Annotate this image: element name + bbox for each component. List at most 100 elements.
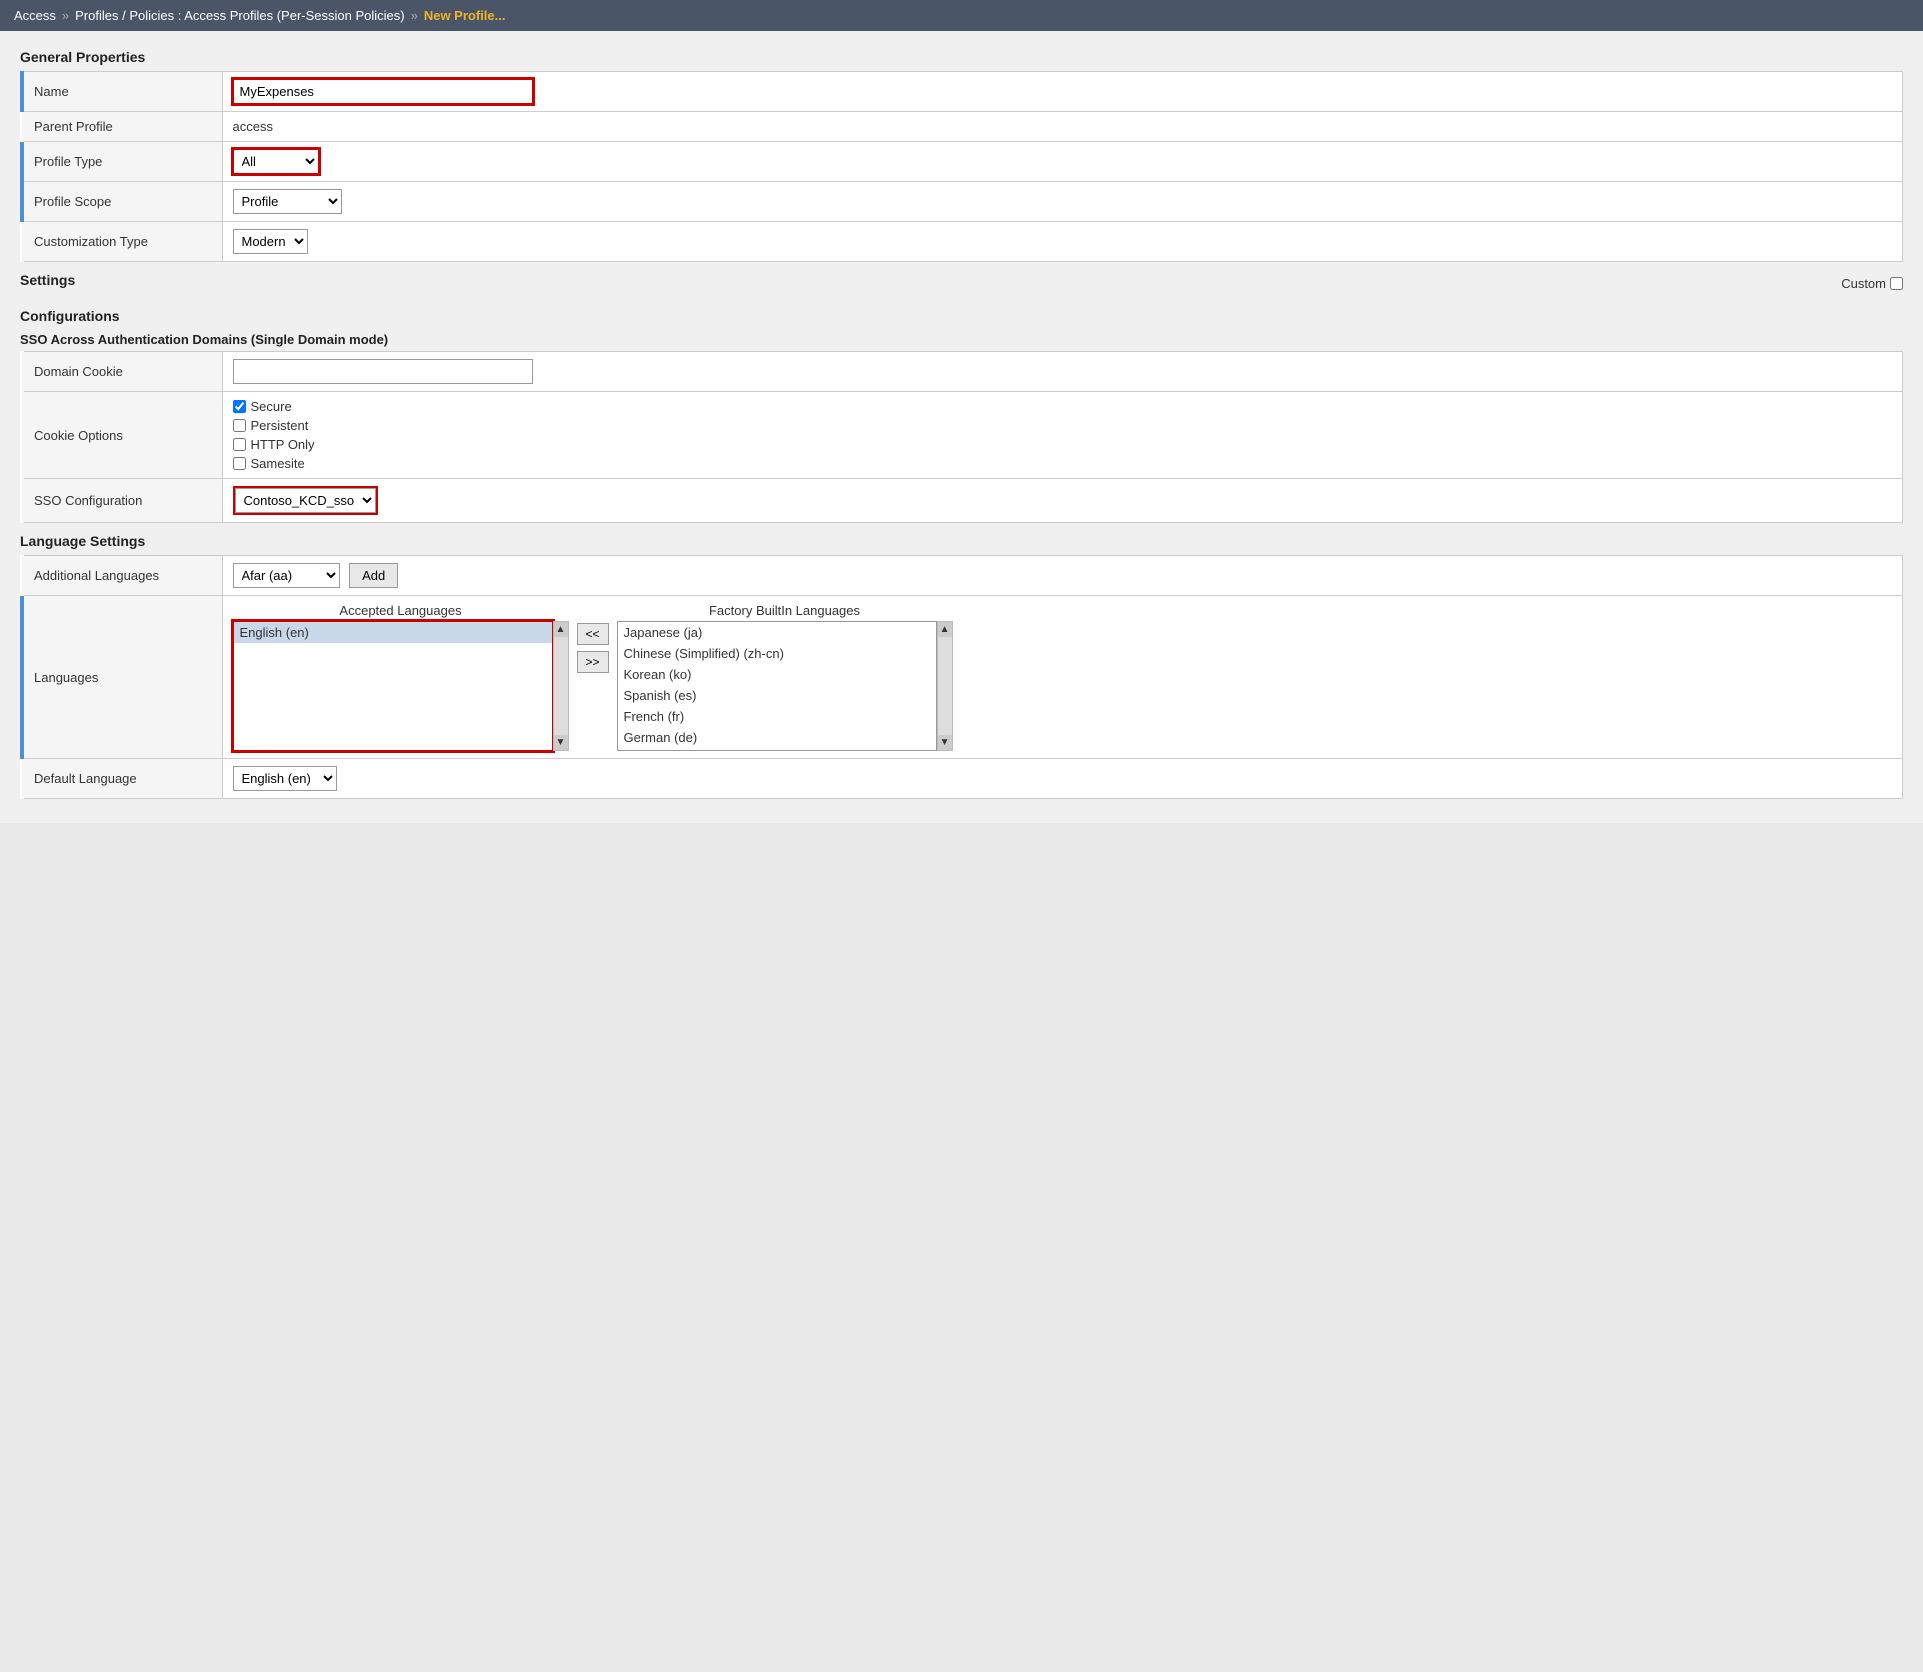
profile-type-row: Profile Type All LTM SSL-VPN Modern bbox=[22, 142, 1903, 182]
accepted-languages-header: Accepted Languages bbox=[233, 603, 569, 618]
nav-path2: Profiles / Policies : Access Profiles (P… bbox=[75, 8, 404, 23]
profile-type-value-cell: All LTM SSL-VPN Modern bbox=[222, 142, 1903, 182]
list-item[interactable]: English (en) bbox=[234, 622, 552, 643]
nav-sep2: » bbox=[411, 8, 418, 23]
top-nav: Access » Profiles / Policies : Access Pr… bbox=[0, 0, 1923, 31]
list-item[interactable]: Korean (ko) bbox=[618, 664, 936, 685]
domain-cookie-value-cell bbox=[222, 352, 1903, 392]
profile-type-select[interactable]: All LTM SSL-VPN Modern bbox=[233, 149, 319, 174]
nav-sep1: » bbox=[62, 8, 69, 23]
default-language-select[interactable]: English (en) French (fr) German (de) bbox=[233, 766, 337, 791]
custom-label: Custom bbox=[1841, 276, 1886, 291]
secure-checkbox[interactable] bbox=[233, 400, 246, 413]
persistent-checkbox[interactable] bbox=[233, 419, 246, 432]
add-language-button[interactable]: Add bbox=[349, 563, 398, 588]
sso-table: Domain Cookie Cookie Options Secure Pers… bbox=[20, 351, 1903, 523]
nav-access: Access bbox=[14, 8, 56, 23]
sso-config-wrapper: Contoso_KCD_sso None Other bbox=[233, 486, 378, 515]
factory-languages-container: Factory BuiltIn Languages Japanese (ja) … bbox=[617, 603, 953, 751]
secure-label: Secure bbox=[251, 399, 292, 414]
general-properties-table: Name Parent Profile access Profile Type … bbox=[20, 71, 1903, 262]
cookie-options-list: Secure Persistent HTTP Only Samesite bbox=[233, 399, 1893, 471]
languages-row: Languages Accepted Languages English (en… bbox=[22, 596, 1903, 759]
accepted-languages-container: Accepted Languages English (en) ▲ ▼ bbox=[233, 603, 569, 751]
cookie-options-row: Cookie Options Secure Persistent HTTP On… bbox=[22, 392, 1903, 479]
configurations-header: Configurations bbox=[20, 308, 1903, 324]
parent-profile-label: Parent Profile bbox=[22, 112, 222, 142]
profile-type-label: Profile Type bbox=[22, 142, 222, 182]
samesite-option[interactable]: Samesite bbox=[233, 456, 1893, 471]
move-right-button[interactable]: >> bbox=[577, 651, 609, 673]
default-language-label: Default Language bbox=[22, 759, 222, 799]
parent-profile-value: access bbox=[222, 112, 1903, 142]
name-value-cell bbox=[222, 72, 1903, 112]
accepted-list-with-scroll: English (en) ▲ ▼ bbox=[233, 621, 569, 751]
factory-list-with-scroll: Japanese (ja) Chinese (Simplified) (zh-c… bbox=[617, 621, 953, 751]
cookie-options-value-cell: Secure Persistent HTTP Only Samesite bbox=[222, 392, 1903, 479]
profile-scope-select[interactable]: Profile Named Virtual Server bbox=[233, 189, 342, 214]
list-item[interactable]: Japanese (ja) bbox=[618, 622, 936, 643]
language-settings-table: Additional Languages Afar (aa) Albanian … bbox=[20, 555, 1903, 799]
customization-type-value-cell: Modern Legacy bbox=[222, 222, 1903, 262]
accepted-languages-list[interactable]: English (en) bbox=[233, 621, 553, 751]
languages-value-cell: Accepted Languages English (en) ▲ ▼ bbox=[222, 596, 1903, 759]
factory-scroll-down[interactable]: ▼ bbox=[938, 735, 952, 750]
sso-config-value-cell: Contoso_KCD_sso None Other bbox=[222, 479, 1903, 523]
customization-type-row: Customization Type Modern Legacy bbox=[22, 222, 1903, 262]
languages-label: Languages bbox=[22, 596, 222, 759]
scroll-down-arrow[interactable]: ▼ bbox=[554, 735, 568, 750]
samesite-label: Samesite bbox=[251, 456, 305, 471]
custom-checkbox-container: Custom bbox=[1841, 276, 1903, 291]
persistent-label: Persistent bbox=[251, 418, 309, 433]
list-item[interactable]: German (de) bbox=[618, 727, 936, 748]
scroll-up-arrow[interactable]: ▲ bbox=[554, 622, 568, 637]
additional-languages-select[interactable]: Afar (aa) Albanian (sq) Arabic (ar) bbox=[233, 563, 340, 588]
factory-languages-list[interactable]: Japanese (ja) Chinese (Simplified) (zh-c… bbox=[617, 621, 937, 751]
custom-checkbox[interactable] bbox=[1890, 277, 1903, 290]
secure-option[interactable]: Secure bbox=[233, 399, 1893, 414]
customization-type-select[interactable]: Modern Legacy bbox=[233, 229, 308, 254]
sso-header: SSO Across Authentication Domains (Singl… bbox=[20, 332, 1903, 347]
sso-config-row: SSO Configuration Contoso_KCD_sso None O… bbox=[22, 479, 1903, 523]
domain-cookie-label: Domain Cookie bbox=[22, 352, 222, 392]
profile-scope-row: Profile Scope Profile Named Virtual Serv… bbox=[22, 182, 1903, 222]
persistent-option[interactable]: Persistent bbox=[233, 418, 1893, 433]
default-language-row: Default Language English (en) French (fr… bbox=[22, 759, 1903, 799]
parent-profile-row: Parent Profile access bbox=[22, 112, 1903, 142]
additional-languages-value-cell: Afar (aa) Albanian (sq) Arabic (ar) Add bbox=[222, 556, 1903, 596]
factory-scrollbar: ▲ ▼ bbox=[937, 621, 953, 751]
move-left-button[interactable]: << bbox=[577, 623, 609, 645]
additional-languages-row: Additional Languages Afar (aa) Albanian … bbox=[22, 556, 1903, 596]
lang-lists-container: Accepted Languages English (en) ▲ ▼ bbox=[233, 603, 1893, 751]
samesite-checkbox[interactable] bbox=[233, 457, 246, 470]
factory-scroll-up[interactable]: ▲ bbox=[938, 622, 952, 637]
name-label: Name bbox=[22, 72, 222, 112]
nav-current: New Profile... bbox=[424, 8, 506, 23]
cookie-options-label: Cookie Options bbox=[22, 392, 222, 479]
additional-languages-label: Additional Languages bbox=[22, 556, 222, 596]
name-input[interactable] bbox=[233, 79, 533, 104]
scroll-thumb bbox=[554, 637, 568, 735]
profile-scope-label: Profile Scope bbox=[22, 182, 222, 222]
sso-config-select[interactable]: Contoso_KCD_sso None Other bbox=[235, 488, 376, 513]
settings-header: Settings bbox=[20, 272, 75, 288]
http-only-label: HTTP Only bbox=[251, 437, 315, 452]
lang-arrows: << >> bbox=[577, 603, 609, 673]
domain-cookie-input[interactable] bbox=[233, 359, 533, 384]
default-language-value-cell: English (en) French (fr) German (de) bbox=[222, 759, 1903, 799]
list-item[interactable]: French (fr) bbox=[618, 706, 936, 727]
general-properties-header: General Properties bbox=[20, 49, 1903, 65]
main-content: General Properties Name Parent Profile a… bbox=[0, 31, 1923, 823]
http-only-option[interactable]: HTTP Only bbox=[233, 437, 1893, 452]
factory-scroll-thumb bbox=[938, 637, 952, 735]
list-item[interactable]: Spanish (es) bbox=[618, 685, 936, 706]
settings-row: Settings Custom bbox=[20, 272, 1903, 294]
customization-type-label: Customization Type bbox=[22, 222, 222, 262]
accepted-scrollbar: ▲ ▼ bbox=[553, 621, 569, 751]
domain-cookie-row: Domain Cookie bbox=[22, 352, 1903, 392]
list-item[interactable]: Chinese (Simplified) (zh-cn) bbox=[618, 643, 936, 664]
language-settings-header: Language Settings bbox=[20, 533, 1903, 549]
profile-scope-value-cell: Profile Named Virtual Server bbox=[222, 182, 1903, 222]
name-row: Name bbox=[22, 72, 1903, 112]
http-only-checkbox[interactable] bbox=[233, 438, 246, 451]
